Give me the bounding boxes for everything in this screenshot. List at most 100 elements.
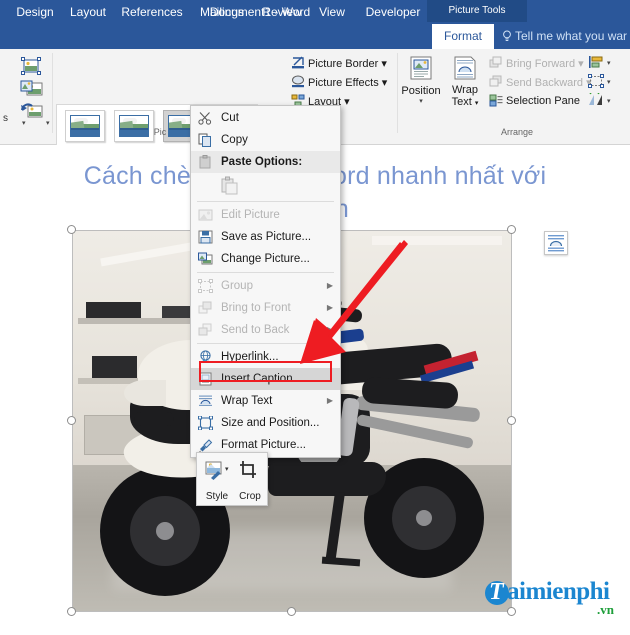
context-menu-label: Copy xyxy=(221,134,248,146)
paste-keep-formatting-icon[interactable] xyxy=(219,176,239,196)
chevron-down-icon: ▾ xyxy=(578,58,584,70)
tab-developer[interactable]: Developer xyxy=(354,0,432,25)
reset-picture-icon[interactable] xyxy=(20,101,43,121)
wrap-text-label-line1: Wrap xyxy=(451,84,479,96)
context-menu-label: Edit Picture xyxy=(221,209,280,221)
compress-pictures-icon[interactable] xyxy=(20,57,42,77)
picture-tools-contextual-label: Picture Tools xyxy=(427,0,527,22)
resize-handle-bottom-right[interactable] xyxy=(507,607,516,616)
logo-suffix: .vn xyxy=(597,602,614,617)
size-position-icon xyxy=(198,415,213,431)
tab-references[interactable]: References xyxy=(114,0,190,25)
context-menu-item-size-and-position[interactable]: Size and Position... xyxy=(191,412,340,434)
chevron-down-icon[interactable]: ▾ xyxy=(225,465,229,473)
selection-pane-button[interactable]: Selection Pane xyxy=(506,95,580,107)
resize-handle-middle-right[interactable] xyxy=(507,416,516,425)
context-menu-label: Cut xyxy=(221,112,239,124)
gallery-style-1[interactable] xyxy=(65,110,105,142)
picture-border-button[interactable]: Picture Border ▾ xyxy=(308,57,387,70)
tell-me-search[interactable]: Tell me what you war xyxy=(502,24,627,49)
paste-icon xyxy=(198,155,213,169)
crop-label: Crop xyxy=(239,491,261,502)
format-picture-icon xyxy=(198,438,213,452)
selection-pane-label: Selection Pane xyxy=(506,95,580,107)
scissors-icon xyxy=(198,111,213,125)
tab-view[interactable]: View xyxy=(310,0,354,25)
chevron-down-icon[interactable]: ▾ xyxy=(46,119,50,127)
send-backward-icon xyxy=(489,75,503,88)
insert-caption-icon xyxy=(198,372,213,386)
chevron-down-icon[interactable]: ▾ xyxy=(382,77,388,89)
resize-handle-middle-left[interactable] xyxy=(67,416,76,425)
lightbulb-icon xyxy=(502,26,512,41)
context-menu-label: Format Picture... xyxy=(221,439,306,451)
chevron-down-icon[interactable]: ▾ xyxy=(344,96,350,108)
picture-effects-icon xyxy=(291,75,305,88)
tell-me-label: Tell me what you war xyxy=(515,29,628,43)
picture-style-icon[interactable] xyxy=(204,460,226,485)
wrap-text-label-line2: Text ▾ xyxy=(451,96,479,108)
change-picture-icon[interactable] xyxy=(20,79,43,99)
adjust-overflow-label[interactable]: s xyxy=(3,113,8,124)
chevron-down-icon[interactable]: ▾ xyxy=(381,58,387,70)
align-objects-icon[interactable] xyxy=(588,55,604,69)
chevron-down-icon[interactable]: ▾ xyxy=(607,97,611,105)
bring-forward-button[interactable]: Bring Forward ▾ xyxy=(506,57,584,70)
picture-mini-toolbar[interactable]: ▾ Style Crop xyxy=(196,452,268,506)
copy-icon xyxy=(198,133,213,147)
layout-options-button[interactable] xyxy=(544,231,568,255)
hyperlink-icon xyxy=(198,350,213,364)
context-menu-separator xyxy=(197,201,334,202)
context-menu-item-cut[interactable]: Cut xyxy=(191,107,340,129)
send-to-back-icon xyxy=(198,323,213,337)
context-menu-label: Size and Position... xyxy=(221,417,320,429)
group-objects-icon[interactable] xyxy=(588,74,604,88)
word-window: Document1 - Word Picture Tools Design La… xyxy=(0,0,630,635)
crop-icon[interactable] xyxy=(239,461,257,484)
context-menu-item-copy[interactable]: Copy xyxy=(191,129,340,151)
position-label: Position xyxy=(401,85,441,97)
tab-format[interactable]: Format xyxy=(432,24,494,49)
gallery-style-2[interactable] xyxy=(114,110,154,142)
style-thumbnail xyxy=(70,115,100,137)
send-backward-button[interactable]: Send Backward ▾ xyxy=(506,76,592,89)
bring-forward-icon xyxy=(489,56,503,69)
wrap-text-button[interactable]: Wrap Text ▾ xyxy=(443,55,487,108)
resize-handle-top-right[interactable] xyxy=(507,225,516,234)
selection-pane-icon xyxy=(489,94,503,107)
context-menu-item-wrap-text[interactable]: Wrap Text ▶ xyxy=(191,390,340,412)
context-menu-label: Paste Options: xyxy=(221,156,303,168)
rotate-objects-icon[interactable] xyxy=(588,91,604,107)
tab-layout[interactable]: Layout xyxy=(62,0,114,25)
chevron-down-icon[interactable]: ▾ xyxy=(607,59,611,67)
tab-mailings[interactable]: Mailings xyxy=(190,0,254,25)
tab-design[interactable]: Design xyxy=(8,0,62,25)
wrap-text-icon xyxy=(454,56,476,80)
context-menu-paste-option-buttons[interactable] xyxy=(191,173,340,199)
send-backward-label: Send Backward xyxy=(506,77,584,89)
picture-styles-group-label: Pic xyxy=(153,127,167,137)
tab-review[interactable]: Review xyxy=(254,0,310,25)
resize-handle-top-left[interactable] xyxy=(67,225,76,234)
picture-effects-button[interactable]: Picture Effects ▾ xyxy=(308,76,387,89)
chevron-down-icon[interactable]: ▾ xyxy=(399,97,443,105)
bring-to-front-icon xyxy=(198,301,213,315)
bring-forward-label: Bring Forward xyxy=(506,58,576,70)
layout-options-icon xyxy=(548,235,564,252)
red-pointer-arrow xyxy=(280,238,410,383)
submenu-arrow-icon: ▶ xyxy=(326,396,333,405)
position-button[interactable]: Position ▾ xyxy=(399,55,443,105)
arrange-group-label: Arrange xyxy=(500,127,534,137)
resize-handle-bottom-center[interactable] xyxy=(287,607,296,616)
position-icon xyxy=(410,56,432,80)
chevron-down-icon[interactable]: ▾ xyxy=(475,100,479,107)
resize-handle-bottom-left[interactable] xyxy=(67,607,76,616)
chevron-down-icon[interactable]: ▾ xyxy=(22,119,26,127)
picture-border-icon xyxy=(291,56,305,69)
chevron-down-icon[interactable]: ▾ xyxy=(607,78,611,86)
group-icon xyxy=(198,279,213,293)
change-picture-icon xyxy=(198,252,213,266)
context-menu-item-edit-picture: Edit Picture xyxy=(191,204,340,226)
style-label: Style xyxy=(205,491,229,502)
save-as-picture-icon xyxy=(198,230,213,244)
